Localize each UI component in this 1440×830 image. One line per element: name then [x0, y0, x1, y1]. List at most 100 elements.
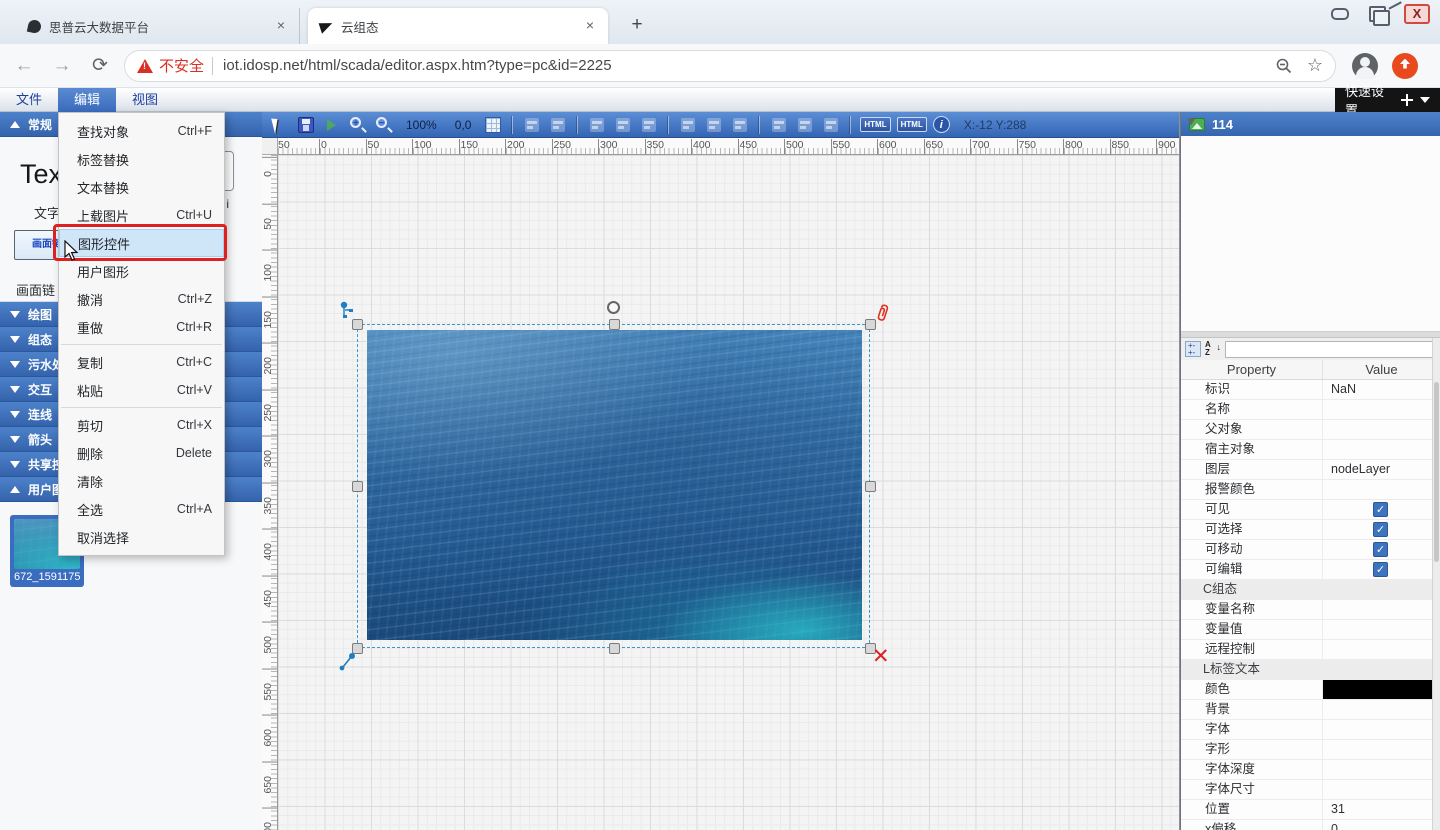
property-row-字体尺寸[interactable]: 字体尺寸	[1181, 780, 1440, 800]
delete-selection-icon[interactable]: ✕	[872, 647, 890, 667]
property-row-颜色[interactable]: 颜色	[1181, 680, 1440, 700]
design-grid[interactable]: ✕	[278, 155, 1179, 830]
back-icon[interactable]: ←	[10, 52, 38, 80]
property-row-x偏移[interactable]: x偏移0	[1181, 820, 1440, 830]
selection-rect[interactable]	[357, 324, 870, 648]
same-size-icon[interactable]	[821, 116, 841, 134]
property-row-字体[interactable]: 字体	[1181, 720, 1440, 740]
property-row-报警颜色[interactable]: 报警颜色	[1181, 480, 1440, 500]
edit-menu-item-10[interactable]: 粘贴Ctrl+V	[59, 376, 224, 404]
property-group-L标签文本[interactable]: L标签文本	[1181, 660, 1440, 680]
property-row-远程控制[interactable]: 远程控制	[1181, 640, 1440, 660]
property-row-可见[interactable]: 可见✓	[1181, 500, 1440, 520]
rotate-handle[interactable]	[607, 301, 620, 314]
edit-menu-item-4[interactable]: 上载图片Ctrl+U	[59, 201, 224, 229]
property-value[interactable]	[1323, 640, 1440, 659]
reload-icon[interactable]: ⟳	[86, 52, 114, 80]
align-bottom-icon[interactable]	[730, 116, 750, 134]
inspector-scrollbar[interactable]	[1432, 338, 1440, 830]
resize-handle[interactable]	[352, 481, 363, 492]
menu-view[interactable]: 视图	[116, 88, 174, 112]
checkbox-checked-icon[interactable]: ✓	[1373, 542, 1388, 557]
property-value[interactable]: 31	[1323, 800, 1440, 819]
menu-file[interactable]: 文件	[0, 88, 58, 112]
zoom-in-icon[interactable]: +	[348, 116, 368, 134]
run-icon[interactable]	[322, 116, 342, 134]
bookmark-star-icon[interactable]: ☆	[1307, 55, 1323, 76]
minimize-button[interactable]	[1328, 4, 1352, 24]
property-row-背景[interactable]: 背景	[1181, 700, 1440, 720]
edit-menu-item-12[interactable]: 删除Delete	[59, 439, 224, 467]
connector-anchor-bottomleft-icon[interactable]	[338, 651, 358, 673]
property-row-变量名称[interactable]: 变量名称	[1181, 600, 1440, 620]
property-row-可编辑[interactable]: 可编辑✓	[1181, 560, 1440, 580]
property-value[interactable]	[1323, 720, 1440, 739]
property-group-C组态[interactable]: C组态	[1181, 580, 1440, 600]
sort-az-icon[interactable]: AZ	[1205, 341, 1221, 357]
property-value[interactable]	[1323, 760, 1440, 779]
ungroup-icon[interactable]	[548, 116, 568, 134]
info-icon[interactable]: i	[933, 116, 950, 133]
edit-menu-item-1[interactable]: 查找对象Ctrl+F	[59, 117, 224, 145]
property-row-名称[interactable]: 名称	[1181, 400, 1440, 420]
tab1-close-icon[interactable]: ×	[273, 18, 289, 34]
property-row-位置[interactable]: 位置31	[1181, 800, 1440, 820]
new-tab-button[interactable]: +	[624, 12, 650, 38]
browser-tab-2-active[interactable]: 云组态 ×	[308, 8, 608, 44]
edit-menu-item-13[interactable]: 清除	[59, 467, 224, 495]
browser-tab-1[interactable]: 思普云大数据平台 ×	[16, 8, 300, 44]
zoom-out-icon[interactable]: −	[374, 116, 394, 134]
property-value[interactable]: ✓	[1323, 500, 1440, 519]
not-secure-warning-icon[interactable]	[137, 59, 153, 73]
property-value[interactable]	[1323, 740, 1440, 759]
text-tool-preview[interactable]: Tex	[20, 159, 62, 190]
property-value[interactable]: NaN	[1323, 380, 1440, 399]
grid-toggle-icon[interactable]	[483, 116, 503, 134]
attachment-paperclip-icon[interactable]	[871, 301, 894, 330]
restore-button[interactable]	[1366, 4, 1390, 24]
expand-collapse-icon[interactable]: +-+-	[1185, 341, 1201, 357]
quick-settings[interactable]: 快速设置	[1335, 88, 1440, 112]
html-export-button[interactable]: HTML	[860, 117, 890, 132]
edit-menu-item-11[interactable]: 剪切Ctrl+X	[59, 411, 224, 439]
property-filter-input[interactable]	[1225, 341, 1436, 358]
edit-menu-item-8[interactable]: 重做Ctrl+R	[59, 313, 224, 341]
resize-handle[interactable]	[609, 319, 620, 330]
resize-handle[interactable]	[865, 481, 876, 492]
property-row-字形[interactable]: 字形	[1181, 740, 1440, 760]
close-button[interactable]: X	[1404, 4, 1430, 24]
save-icon[interactable]	[296, 116, 316, 134]
property-value[interactable]	[1323, 700, 1440, 719]
browser-update-icon[interactable]	[1392, 53, 1418, 79]
edit-menu-item-9[interactable]: 复制Ctrl+C	[59, 348, 224, 376]
align-center-icon[interactable]	[613, 116, 633, 134]
property-row-宿主对象[interactable]: 宿主对象	[1181, 440, 1440, 460]
html-preview-button[interactable]: HTML	[897, 117, 927, 132]
zoom-out-page-icon[interactable]	[1275, 57, 1293, 75]
property-row-变量值[interactable]: 变量值	[1181, 620, 1440, 640]
property-row-图层[interactable]: 图层nodeLayer	[1181, 460, 1440, 480]
scrollbar-thumb[interactable]	[1434, 382, 1439, 562]
profile-avatar[interactable]	[1352, 53, 1378, 79]
align-right-icon[interactable]	[639, 116, 659, 134]
property-value[interactable]	[1323, 600, 1440, 619]
select-cursor-icon[interactable]	[270, 116, 290, 134]
edit-menu-item-2[interactable]: 标签替换	[59, 145, 224, 173]
property-row-可移动[interactable]: 可移动✓	[1181, 540, 1440, 560]
edit-menu-item-6[interactable]: 用户图形	[59, 257, 224, 285]
align-left-icon[interactable]	[587, 116, 607, 134]
checkbox-checked-icon[interactable]: ✓	[1373, 562, 1388, 577]
property-row-标识[interactable]: 标识NaN	[1181, 380, 1440, 400]
property-row-父对象[interactable]: 父对象	[1181, 420, 1440, 440]
menu-edit-active[interactable]: 编辑	[58, 88, 116, 112]
property-value[interactable]: ✓	[1323, 560, 1440, 579]
property-value[interactable]	[1323, 620, 1440, 639]
tab2-close-icon[interactable]: ×	[582, 18, 598, 34]
property-value[interactable]	[1323, 400, 1440, 419]
edit-menu-item-15[interactable]: 取消选择	[59, 523, 224, 551]
group-icon[interactable]	[522, 116, 542, 134]
connector-anchor-topleft-icon[interactable]	[340, 301, 360, 323]
checkbox-checked-icon[interactable]: ✓	[1373, 522, 1388, 537]
checkbox-checked-icon[interactable]: ✓	[1373, 502, 1388, 517]
property-value[interactable]: nodeLayer	[1323, 460, 1440, 479]
